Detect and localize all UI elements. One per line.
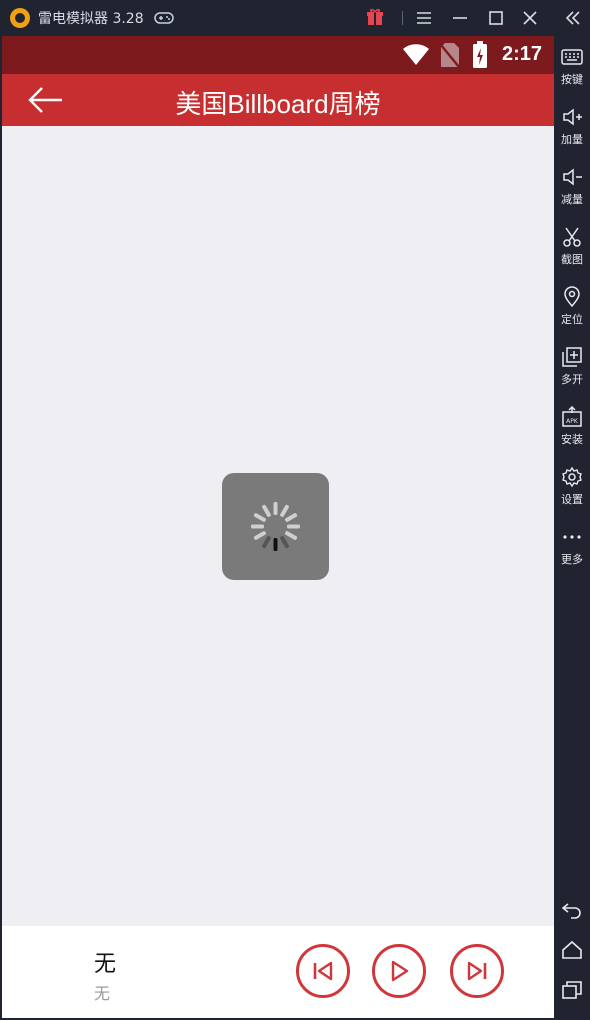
sidebar-item-volume-up[interactable]: 加量 — [554, 106, 590, 158]
spinner-spoke — [262, 504, 271, 517]
sidebar-label: 加量 — [561, 133, 583, 146]
wifi-icon — [403, 44, 429, 65]
sidebar-label: 安装 — [561, 433, 583, 446]
sidebar-item-install[interactable]: APK 安装 — [554, 406, 590, 458]
spinner-spoke — [280, 504, 289, 517]
multi-open-icon — [562, 347, 582, 367]
back-nav-icon[interactable] — [560, 898, 584, 922]
collapse-sidebar-icon[interactable] — [562, 6, 584, 30]
sidebar-label: 多开 — [561, 373, 583, 386]
volume-up-icon — [563, 108, 582, 126]
spinner-spoke — [253, 531, 266, 540]
spinner-spoke — [287, 524, 300, 529]
spinner-spoke — [285, 513, 298, 522]
scissors-icon — [563, 227, 581, 247]
sidebar-item-settings[interactable]: 设置 — [554, 466, 590, 518]
emulator-title-bar: 雷电模拟器 3.28 — [0, 0, 590, 36]
more-dots-icon — [563, 535, 581, 539]
skip-previous-icon — [313, 961, 333, 981]
keyboard-icon — [561, 49, 583, 65]
volume-down-icon — [563, 168, 582, 186]
play-icon — [391, 960, 409, 982]
play-button[interactable] — [372, 944, 426, 998]
spinner-spoke — [273, 538, 278, 551]
location-pin-icon — [564, 286, 580, 308]
skip-next-icon — [467, 961, 487, 981]
menu-icon[interactable] — [412, 6, 436, 30]
next-button[interactable] — [450, 944, 504, 998]
sidebar-item-keys[interactable]: 按键 — [554, 46, 590, 98]
emulator-app-name: 雷电模拟器 3.28 — [38, 11, 144, 27]
song-title: 无 — [94, 952, 117, 977]
spinner-spoke — [280, 536, 289, 549]
sidebar-label: 按键 — [561, 73, 583, 86]
status-time: 2:17 — [501, 43, 542, 65]
status-bar: 2:17 — [2, 36, 554, 74]
gear-icon — [562, 466, 582, 488]
apk-install-icon: APK — [562, 406, 582, 427]
spinner-spoke — [273, 502, 278, 515]
sidebar-label: 截图 — [561, 253, 583, 266]
title-separator — [402, 11, 403, 25]
sidebar-item-more[interactable]: 更多 — [554, 526, 590, 578]
sidebar-label: 减量 — [561, 193, 583, 206]
app-bar: 美国Billboard周榜 — [2, 74, 554, 126]
svg-text:APK: APK — [566, 418, 579, 425]
close-icon[interactable] — [518, 6, 542, 30]
sidebar-label: 定位 — [561, 313, 583, 326]
loading-spinner-icon — [251, 502, 300, 551]
spinner-spoke — [253, 513, 266, 522]
maximize-icon[interactable] — [484, 6, 508, 30]
gamepad-icon[interactable] — [153, 11, 174, 25]
song-artist: 无 — [94, 984, 111, 1003]
minimize-icon[interactable] — [448, 6, 472, 30]
spinner-spoke — [251, 524, 264, 529]
home-nav-icon[interactable] — [560, 938, 584, 962]
battery-charging-icon — [473, 41, 487, 68]
previous-button[interactable] — [296, 944, 350, 998]
sidebar-label: 更多 — [561, 553, 583, 566]
mini-player: 无 无 — [2, 926, 554, 1018]
sidebar-item-volume-down[interactable]: 减量 — [554, 166, 590, 218]
spinner-spoke — [262, 536, 271, 549]
emulator-logo-icon — [10, 8, 30, 28]
sidebar-label: 设置 — [561, 493, 583, 506]
page-title: 美国Billboard周榜 — [175, 89, 381, 119]
gift-icon[interactable] — [366, 8, 384, 26]
sidebar-item-screenshot[interactable]: 截图 — [554, 226, 590, 278]
spinner-spoke — [285, 531, 298, 540]
phone-screen: 2:17 美国Billboard周榜 无 无 — [2, 36, 554, 1018]
loading-dialog — [222, 473, 329, 580]
no-sim-icon — [440, 43, 460, 68]
emulator-sidebar: 按键 加量 减量 截图 定位 多开 APK 安装 设置 更多 — [554, 36, 590, 1020]
sidebar-item-location[interactable]: 定位 — [554, 286, 590, 338]
recent-apps-icon[interactable] — [560, 978, 584, 1002]
sidebar-item-multi-open[interactable]: 多开 — [554, 346, 590, 398]
